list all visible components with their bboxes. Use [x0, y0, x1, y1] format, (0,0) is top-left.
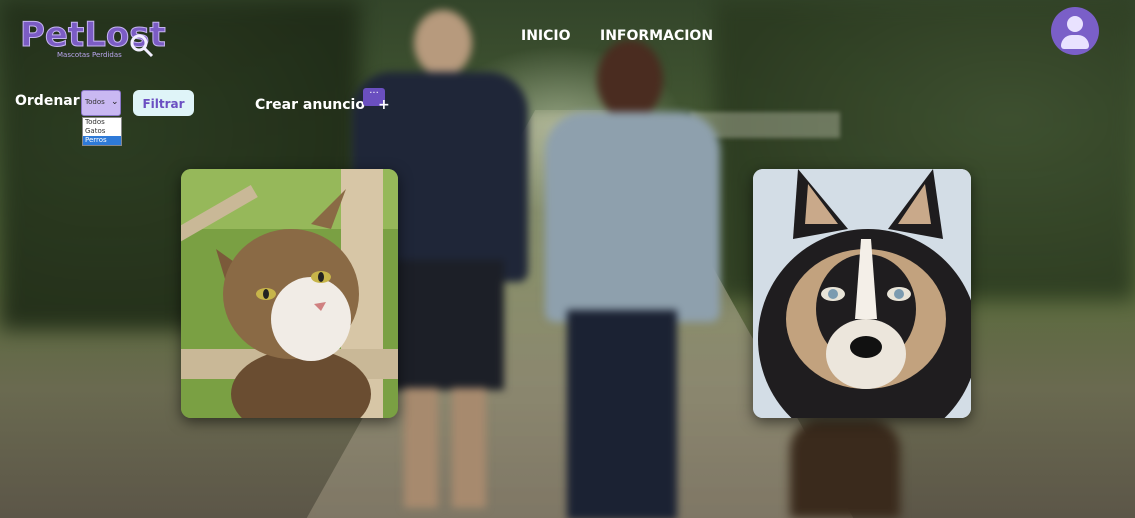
add-message-icon[interactable]: ··· +	[363, 88, 390, 114]
sort-select[interactable]: Todos ⌄	[81, 90, 121, 116]
filter-button[interactable]: Filtrar	[133, 90, 194, 116]
logo-tagline: Mascotas Perdidas	[57, 51, 122, 59]
sort-options-list: Todos Gatos Perros	[82, 117, 122, 146]
sort-option-gatos[interactable]: Gatos	[83, 127, 121, 136]
sort-label: Ordenar:	[15, 93, 86, 109]
magnifier-icon	[130, 34, 154, 58]
pet-card-cat[interactable]	[181, 169, 398, 418]
user-avatar-icon[interactable]	[1051, 7, 1099, 55]
sort-option-todos[interactable]: Todos	[83, 118, 121, 127]
dog-photo	[753, 169, 971, 418]
sort-select-value: Todos	[85, 98, 105, 106]
nav-inicio-link[interactable]: INICIO	[521, 28, 571, 44]
cat-photo	[181, 169, 398, 418]
sort-option-perros[interactable]: Perros	[83, 136, 121, 145]
petlost-logo[interactable]: PetLost Mascotas Perdidas	[20, 15, 180, 65]
chevron-down-icon: ⌄	[111, 97, 119, 107]
pet-card-dog[interactable]	[753, 169, 971, 418]
nav-informacion-link[interactable]: INFORMACION	[600, 28, 713, 44]
create-ad-link[interactable]: Crear anuncio	[255, 97, 365, 113]
